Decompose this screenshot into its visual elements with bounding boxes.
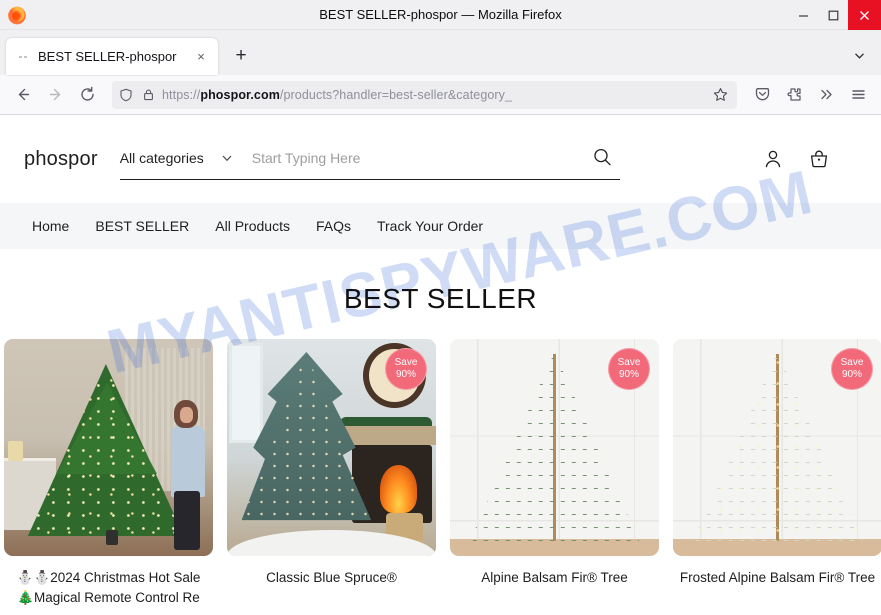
nav-item-home[interactable]: Home [32,218,69,234]
save-badge-line2: 90% [618,369,639,380]
nav-item-best-seller[interactable]: BEST SELLER [95,218,189,234]
site-header: phospor All categories [0,115,881,203]
search-bar: All categories [119,138,620,180]
window-close-button[interactable] [848,0,881,30]
search-icon[interactable] [586,141,620,175]
browser-toolbar: https://phospor.com/products?handler=bes… [0,75,881,115]
product-card[interactable]: ⛄⛄2024 Christmas Hot Sale 🎄Magical Remot… [4,339,213,608]
product-title[interactable]: Classic Blue Spruce® [227,568,436,588]
header-actions [761,147,861,171]
reload-button[interactable] [72,80,102,110]
chevron-down-icon [220,151,234,165]
save-badge: Save 90% [831,348,873,390]
category-dropdown-label: All categories [119,149,204,166]
window-titlebar: BEST SELLER-phospor — Mozilla Firefox [0,0,881,30]
bookmark-star-icon[interactable] [709,84,731,106]
window-minimize-button[interactable] [788,0,818,30]
pocket-save-icon[interactable] [747,80,777,110]
window-maximize-button[interactable] [818,0,848,30]
save-badge-line2: 90% [395,369,416,380]
product-image[interactable]: Save 90% [227,339,436,556]
product-title[interactable]: Frosted Alpine Balsam Fir® Tree [673,568,881,588]
url-text[interactable]: https://phospor.com/products?handler=bes… [162,88,703,102]
save-badge-line1: Save [617,357,641,368]
product-image[interactable]: Save 90% [450,339,659,556]
product-image[interactable] [4,339,213,556]
user-account-icon[interactable] [761,147,785,171]
page-viewport: MYANTISPYWARE.COM phospor All categories [0,115,881,615]
product-grid: ⛄⛄2024 Christmas Hot Sale 🎄Magical Remot… [0,339,881,608]
save-badge-line1: Save [394,357,418,368]
forward-button[interactable] [40,80,70,110]
padlock-icon[interactable] [140,87,156,103]
extensions-icon[interactable] [779,80,809,110]
product-card[interactable]: Save 90% Classic Blue Spruce® [227,339,436,608]
window-controls [788,0,881,30]
save-badge: Save 90% [608,348,650,390]
url-bar[interactable]: https://phospor.com/products?handler=bes… [112,80,737,109]
back-button[interactable] [8,80,38,110]
site-nav: Home BEST SELLER All Products FAQs Track… [0,203,881,249]
product-image[interactable]: Save 90% [673,339,881,556]
product-card[interactable]: Save 90% Alpine Balsam Fir® Tree [450,339,659,608]
application-menu-icon[interactable] [843,80,873,110]
window-title: BEST SELLER-phospor — Mozilla Firefox [319,7,562,22]
nav-item-faqs[interactable]: FAQs [316,218,351,234]
product-title[interactable]: ⛄⛄2024 Christmas Hot Sale 🎄Magical Remot… [4,568,213,608]
page-title: BEST SELLER [343,283,538,314]
browser-tab[interactable]: BEST SELLER-phospor × [6,38,218,75]
tab-close-button[interactable]: × [192,48,210,66]
overflow-chevrons-icon[interactable] [811,80,841,110]
tab-strip: BEST SELLER-phospor × + [0,30,881,75]
lit-green-christmas-tree-with-woman-image [4,339,213,556]
product-title[interactable]: Alpine Balsam Fir® Tree [450,568,659,588]
tracking-protection-shield-icon[interactable] [118,87,134,103]
save-badge-line1: Save [840,357,864,368]
category-dropdown[interactable]: All categories [120,150,244,166]
toolbar-right-icons [747,80,873,110]
tab-favicon-icon [16,49,31,64]
nav-item-all-products[interactable]: All Products [215,218,290,234]
save-badge-line2: 90% [841,369,862,380]
list-all-tabs-button[interactable] [845,41,873,69]
firefox-window: BEST SELLER-phospor — Mozilla Firefox BE… [0,0,881,615]
product-card[interactable]: Save 90% Frosted Alpine Balsam Fir® Tree [673,339,881,608]
search-input[interactable] [243,149,586,166]
save-badge: Save 90% [385,348,427,390]
tab-title: BEST SELLER-phospor [38,49,177,64]
site-logo[interactable]: phospor [24,148,98,171]
nav-item-track-your-order[interactable]: Track Your Order [377,218,483,234]
shopping-basket-icon[interactable] [807,147,831,171]
new-tab-button[interactable]: + [226,41,256,71]
